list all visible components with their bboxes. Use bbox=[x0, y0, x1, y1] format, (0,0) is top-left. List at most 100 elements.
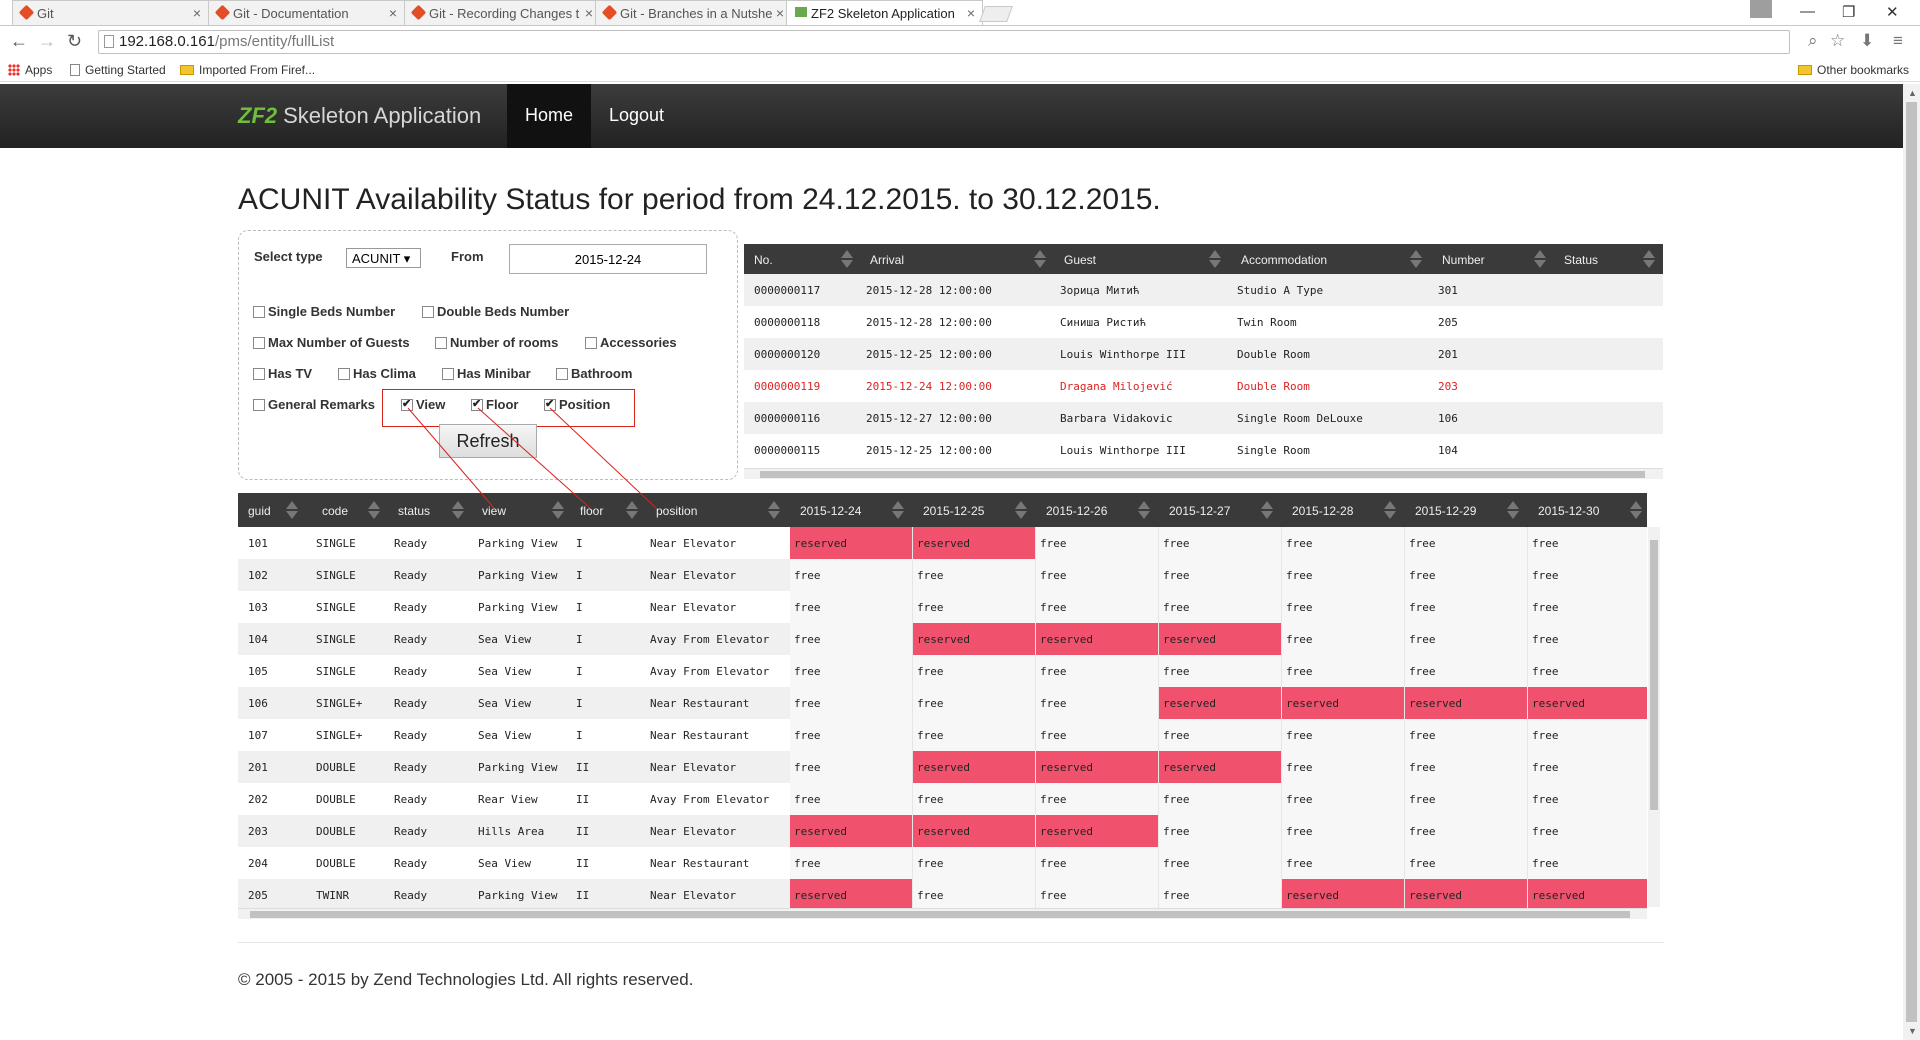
availability-vscrollbar-thumb[interactable] bbox=[1650, 540, 1658, 810]
availability-day-cell[interactable]: free bbox=[1282, 655, 1405, 687]
availability-day-cell[interactable]: reserved bbox=[1159, 687, 1282, 719]
column-header-date[interactable]: 2015-12-27 bbox=[1169, 504, 1230, 518]
availability-day-cell[interactable]: free bbox=[1528, 527, 1647, 559]
column-header-number[interactable]: Number bbox=[1442, 253, 1485, 267]
reservation-row[interactable]: 0000000119 2015-12-24 12:00:00 Dragana Mil… bbox=[744, 370, 1663, 402]
availability-day-cell[interactable]: free bbox=[1036, 847, 1159, 879]
availability-day-cell[interactable]: free bbox=[1282, 559, 1405, 591]
availability-day-cell[interactable]: free bbox=[1159, 527, 1282, 559]
checkbox-box[interactable] bbox=[253, 337, 265, 349]
availability-day-cell[interactable]: free bbox=[1405, 719, 1528, 751]
availability-day-cell[interactable]: free bbox=[1528, 751, 1647, 783]
checkbox-box[interactable] bbox=[253, 368, 265, 380]
availability-day-cell[interactable]: free bbox=[1159, 591, 1282, 623]
availability-day-cell[interactable]: free bbox=[790, 783, 913, 815]
sort-icon[interactable] bbox=[1507, 499, 1519, 521]
availability-day-cell[interactable]: free bbox=[1036, 527, 1159, 559]
download-icon[interactable]: ⬇ bbox=[1860, 31, 1874, 51]
forward-icon[interactable]: → bbox=[38, 31, 56, 52]
checkbox-box[interactable] bbox=[585, 337, 597, 349]
reservation-row[interactable]: 0000000118 2015-12-28 12:00:00 Синиша Рист… bbox=[744, 306, 1663, 338]
availability-day-cell[interactable]: free bbox=[913, 655, 1036, 687]
sort-icon[interactable] bbox=[552, 499, 564, 521]
availability-vscrollbar[interactable] bbox=[1648, 527, 1660, 907]
availability-day-cell[interactable]: free bbox=[1405, 783, 1528, 815]
availability-row[interactable]: 102 SINGLE Ready Parking View I Near Elevator… bbox=[238, 559, 1647, 591]
column-header-status[interactable]: status bbox=[398, 504, 430, 518]
browser-tab[interactable]: Git - Branches in a Nutshe × bbox=[595, 0, 792, 25]
sort-icon[interactable] bbox=[368, 499, 380, 521]
sort-icon[interactable] bbox=[1410, 248, 1422, 270]
column-header-date[interactable]: 2015-12-28 bbox=[1292, 504, 1353, 518]
browser-tab[interactable]: Git - Documentation × bbox=[208, 0, 405, 25]
availability-day-cell[interactable]: free bbox=[1282, 783, 1405, 815]
availability-row[interactable]: 201 DOUBLE Ready Parking View II Near Elevato… bbox=[238, 751, 1647, 783]
availability-day-cell[interactable]: free bbox=[1282, 719, 1405, 751]
nav-logout[interactable]: Logout bbox=[591, 84, 682, 148]
checkbox-box[interactable] bbox=[422, 306, 434, 318]
sort-icon[interactable] bbox=[1034, 248, 1046, 270]
sort-icon[interactable] bbox=[1015, 499, 1027, 521]
column-header-code[interactable]: code bbox=[322, 504, 348, 518]
reservation-row[interactable]: 0000000115 2015-12-25 12:00:00 Louis Winth… bbox=[744, 434, 1663, 466]
availability-day-cell[interactable]: free bbox=[1159, 847, 1282, 879]
availability-hscrollbar[interactable] bbox=[238, 908, 1647, 919]
refresh-button[interactable]: Refresh bbox=[439, 424, 537, 458]
availability-row[interactable]: 203 DOUBLE Ready Hills Area II Near Elevator r… bbox=[238, 815, 1647, 847]
from-date-input[interactable]: 2015-12-24 bbox=[509, 244, 707, 274]
availability-row[interactable]: 106 SINGLE+ Ready Sea View I Near Restaurant f… bbox=[238, 687, 1647, 719]
availability-day-cell[interactable]: reserved bbox=[790, 815, 913, 847]
brand[interactable]: ZF2 Skeleton Application bbox=[238, 103, 481, 129]
reservations-hscrollbar[interactable] bbox=[744, 468, 1663, 479]
close-tab-icon[interactable]: × bbox=[585, 5, 593, 21]
availability-day-cell[interactable]: free bbox=[1159, 655, 1282, 687]
availability-day-cell[interactable]: free bbox=[790, 655, 913, 687]
sort-icon[interactable] bbox=[1534, 248, 1546, 270]
checkbox-box[interactable] bbox=[556, 368, 568, 380]
reservation-row[interactable]: 0000000116 2015-12-27 12:00:00 Barbara Vid… bbox=[744, 402, 1663, 434]
checkbox-max-guests[interactable]: Max Number of Guests bbox=[253, 335, 410, 350]
sort-icon[interactable] bbox=[841, 248, 853, 270]
checkbox-single-beds[interactable]: Single Beds Number bbox=[253, 304, 395, 319]
sort-icon[interactable] bbox=[1138, 499, 1150, 521]
availability-day-cell[interactable]: reserved bbox=[1405, 687, 1528, 719]
checkbox-accessories[interactable]: Accessories bbox=[585, 335, 677, 350]
availability-row[interactable]: 105 SINGLE Ready Sea View I Avay From Elevato… bbox=[238, 655, 1647, 687]
sort-icon[interactable] bbox=[626, 499, 638, 521]
availability-row[interactable]: 103 SINGLE Ready Parking View I Near Elevator… bbox=[238, 591, 1647, 623]
sort-icon[interactable] bbox=[452, 499, 464, 521]
availability-day-cell[interactable]: free bbox=[1528, 847, 1647, 879]
checkbox-general-remarks[interactable]: General Remarks bbox=[253, 397, 375, 412]
checkbox-has-minibar[interactable]: Has Minibar bbox=[442, 366, 531, 381]
availability-day-cell[interactable]: free bbox=[790, 719, 913, 751]
availability-day-cell[interactable]: free bbox=[790, 687, 913, 719]
restore-icon[interactable]: ❐ bbox=[1842, 3, 1855, 21]
availability-day-cell[interactable]: free bbox=[1036, 559, 1159, 591]
browser-tab[interactable]: Git × bbox=[12, 0, 209, 25]
sort-icon[interactable] bbox=[1209, 248, 1221, 270]
availability-day-cell[interactable]: free bbox=[1282, 527, 1405, 559]
availability-day-cell[interactable]: free bbox=[1282, 751, 1405, 783]
availability-day-cell[interactable]: free bbox=[1036, 591, 1159, 623]
availability-day-cell[interactable]: free bbox=[913, 591, 1036, 623]
bookmark-star-icon[interactable]: ☆ bbox=[1830, 31, 1845, 51]
availability-day-cell[interactable]: free bbox=[1405, 751, 1528, 783]
availability-day-cell[interactable]: reserved bbox=[913, 815, 1036, 847]
availability-day-cell[interactable]: free bbox=[1282, 815, 1405, 847]
availability-day-cell[interactable]: reserved bbox=[913, 527, 1036, 559]
close-tab-icon[interactable]: × bbox=[193, 5, 201, 21]
checkbox-box[interactable] bbox=[253, 399, 265, 411]
zoom-icon[interactable]: ⌕ bbox=[1808, 31, 1818, 51]
availability-day-cell[interactable]: reserved bbox=[913, 623, 1036, 655]
availability-day-cell[interactable]: free bbox=[1528, 655, 1647, 687]
availability-row[interactable]: 204 DOUBLE Ready Sea View II Near Restaurant f… bbox=[238, 847, 1647, 879]
close-tab-icon[interactable]: × bbox=[967, 5, 975, 21]
back-icon[interactable]: ← bbox=[10, 31, 28, 52]
bookmark-apps[interactable]: Apps bbox=[8, 63, 52, 77]
availability-day-cell[interactable]: free bbox=[1528, 783, 1647, 815]
availability-day-cell[interactable]: free bbox=[913, 719, 1036, 751]
availability-day-cell[interactable]: free bbox=[913, 783, 1036, 815]
availability-day-cell[interactable]: free bbox=[790, 623, 913, 655]
browser-tab-active[interactable]: ZF2 Skeleton Application × bbox=[786, 0, 983, 25]
availability-day-cell[interactable]: free bbox=[1528, 719, 1647, 751]
